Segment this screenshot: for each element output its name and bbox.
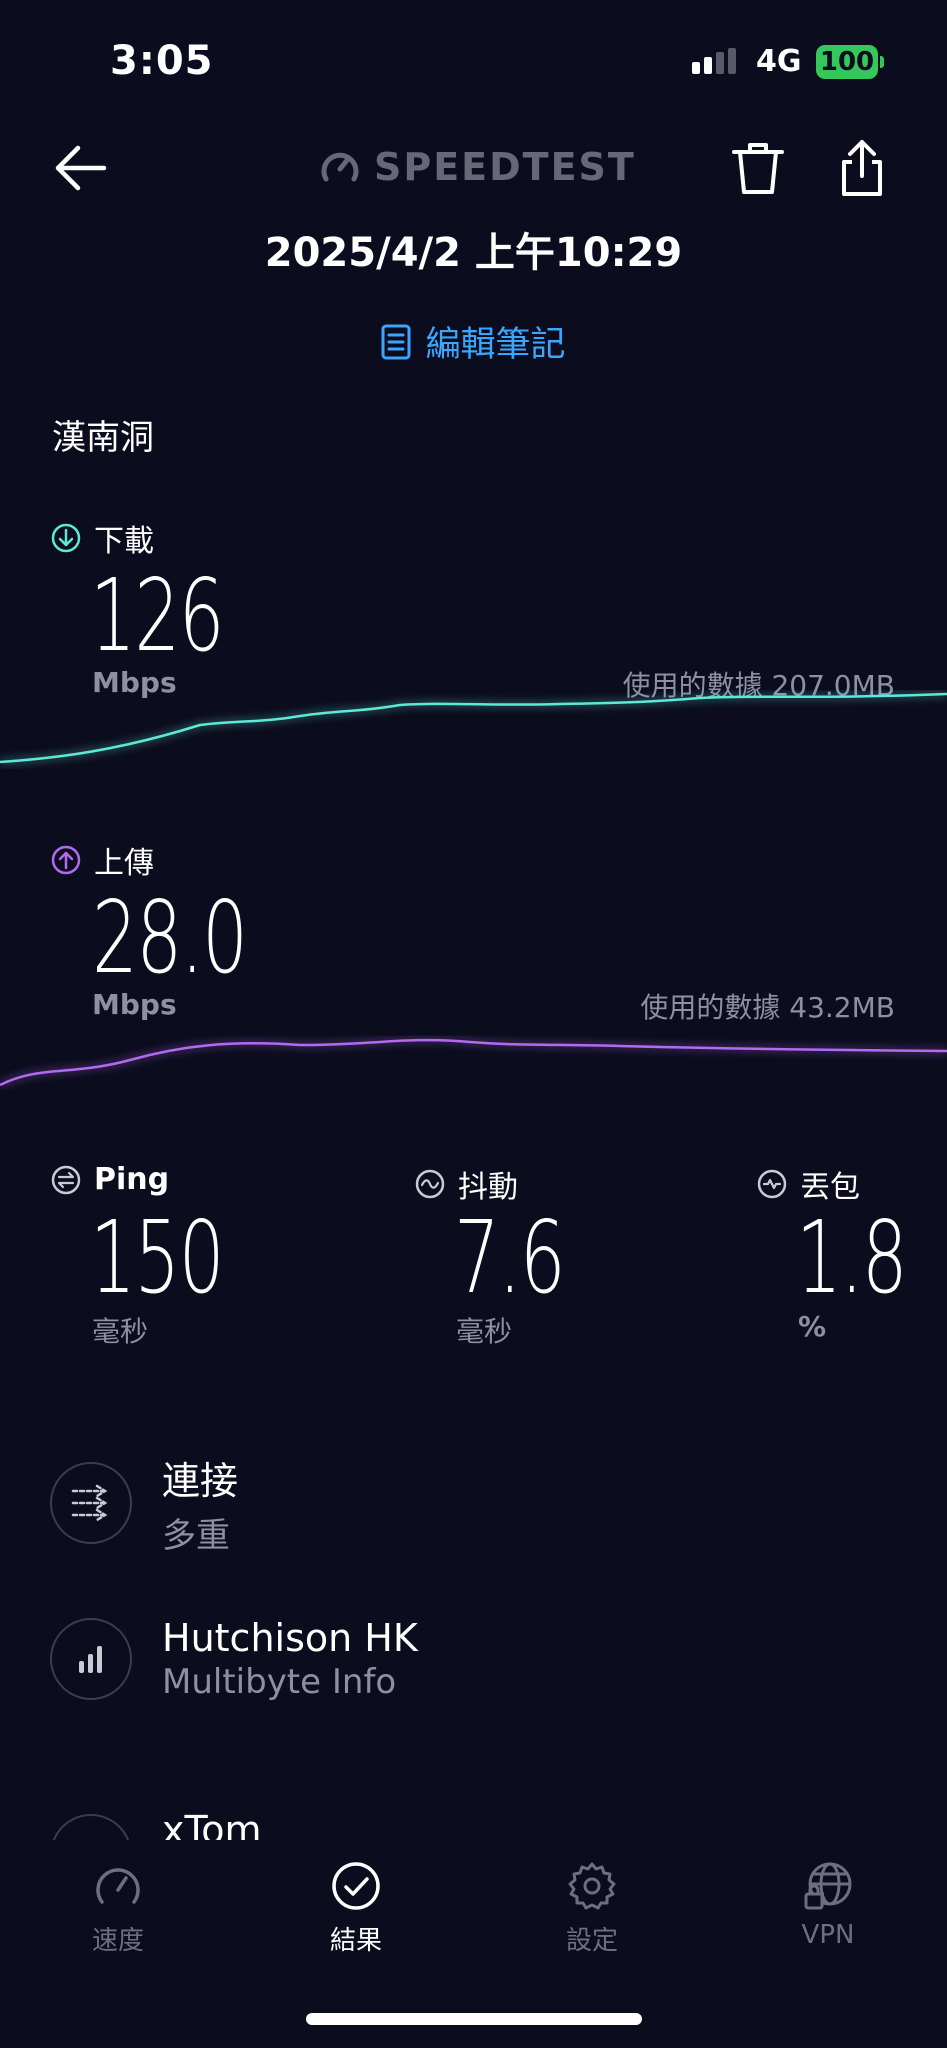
multi-connection-icon <box>71 1484 108 1522</box>
server-icon-circle <box>50 1814 132 1840</box>
upload-value: 28.0 <box>92 879 248 996</box>
server-title: xTom <box>162 1808 262 1840</box>
connection-subtitle: 多重 <box>162 1516 230 1556</box>
tab-vpn-label: VPN <box>801 1920 855 1950</box>
upload-label: 上傳 <box>50 838 154 882</box>
ping-label-text: Ping <box>94 1162 170 1197</box>
isp-subtitle: Multibyte Info <box>162 1662 397 1702</box>
details-list[interactable]: 連接 多重 Hutchison HK Multibyte Info xTom <box>0 1440 947 1840</box>
home-indicator[interactable] <box>306 2013 642 2025</box>
speedometer-logo-icon <box>321 152 359 182</box>
isp-icon-circle <box>50 1618 132 1700</box>
jitter-unit: 毫秒 <box>456 1315 513 1348</box>
packet-loss-value: 1.8 <box>796 1199 908 1316</box>
signal-strength-icon <box>692 48 736 74</box>
trash-icon[interactable] <box>728 138 788 198</box>
ping-value: 150 <box>90 1199 225 1316</box>
tab-speed-label: 速度 <box>91 1926 144 1956</box>
status-time: 3:05 <box>110 38 214 84</box>
location-name: 漢南洞 <box>52 418 154 458</box>
download-label-text: 下載 <box>94 524 154 559</box>
download-arrow-icon <box>51 523 81 553</box>
connection-icon-circle <box>50 1462 132 1544</box>
battery-indicator: 100 <box>816 45 878 79</box>
back-arrow-icon[interactable] <box>52 138 112 198</box>
gear-icon <box>568 1862 616 1910</box>
ping-icon <box>51 1165 81 1194</box>
tab-vpn[interactable]: VPN <box>758 1860 898 1950</box>
test-datetime: 2025/4/2 上午10:29 <box>264 230 683 276</box>
jitter-wave-icon <box>415 1169 445 1199</box>
upload-label-text: 上傳 <box>94 846 154 881</box>
tab-results[interactable]: 結果 <box>286 1860 426 1957</box>
ping-unit: 毫秒 <box>92 1315 149 1348</box>
isp-title: Hutchison HK <box>162 1616 418 1660</box>
share-icon[interactable] <box>832 136 892 200</box>
network-type: 4G <box>756 44 802 79</box>
check-circle-icon <box>332 1862 380 1910</box>
tab-speed[interactable]: 速度 <box>48 1860 188 1957</box>
edit-note-button[interactable]: 編輯筆記 <box>0 316 947 367</box>
tab-results-label: 結果 <box>329 1926 382 1956</box>
globe-lock-icon <box>804 1862 852 1910</box>
jitter-value: 7.6 <box>454 1199 566 1316</box>
download-value: 126 <box>90 557 225 674</box>
tab-settings[interactable]: 設定 <box>522 1860 662 1957</box>
speedtest-logo: SPEEDTEST <box>318 142 636 192</box>
connection-title: 連接 <box>162 1459 239 1503</box>
signal-bars-icon <box>79 1646 102 1673</box>
battery-tip <box>880 56 884 68</box>
note-icon <box>381 324 411 359</box>
edit-note-label: 編輯筆記 <box>425 325 566 365</box>
upload-arrow-icon <box>51 845 81 875</box>
download-graph <box>0 690 947 766</box>
download-label: 下載 <box>50 516 154 560</box>
speedometer-icon <box>96 1868 140 1904</box>
tab-settings-label: 設定 <box>565 1926 618 1956</box>
logo-text: SPEEDTEST <box>374 145 636 189</box>
ping-label: Ping <box>50 1162 169 1197</box>
upload-graph <box>0 1036 947 1089</box>
packet-loss-icon <box>757 1169 787 1199</box>
packet-loss-unit: % <box>798 1310 827 1343</box>
